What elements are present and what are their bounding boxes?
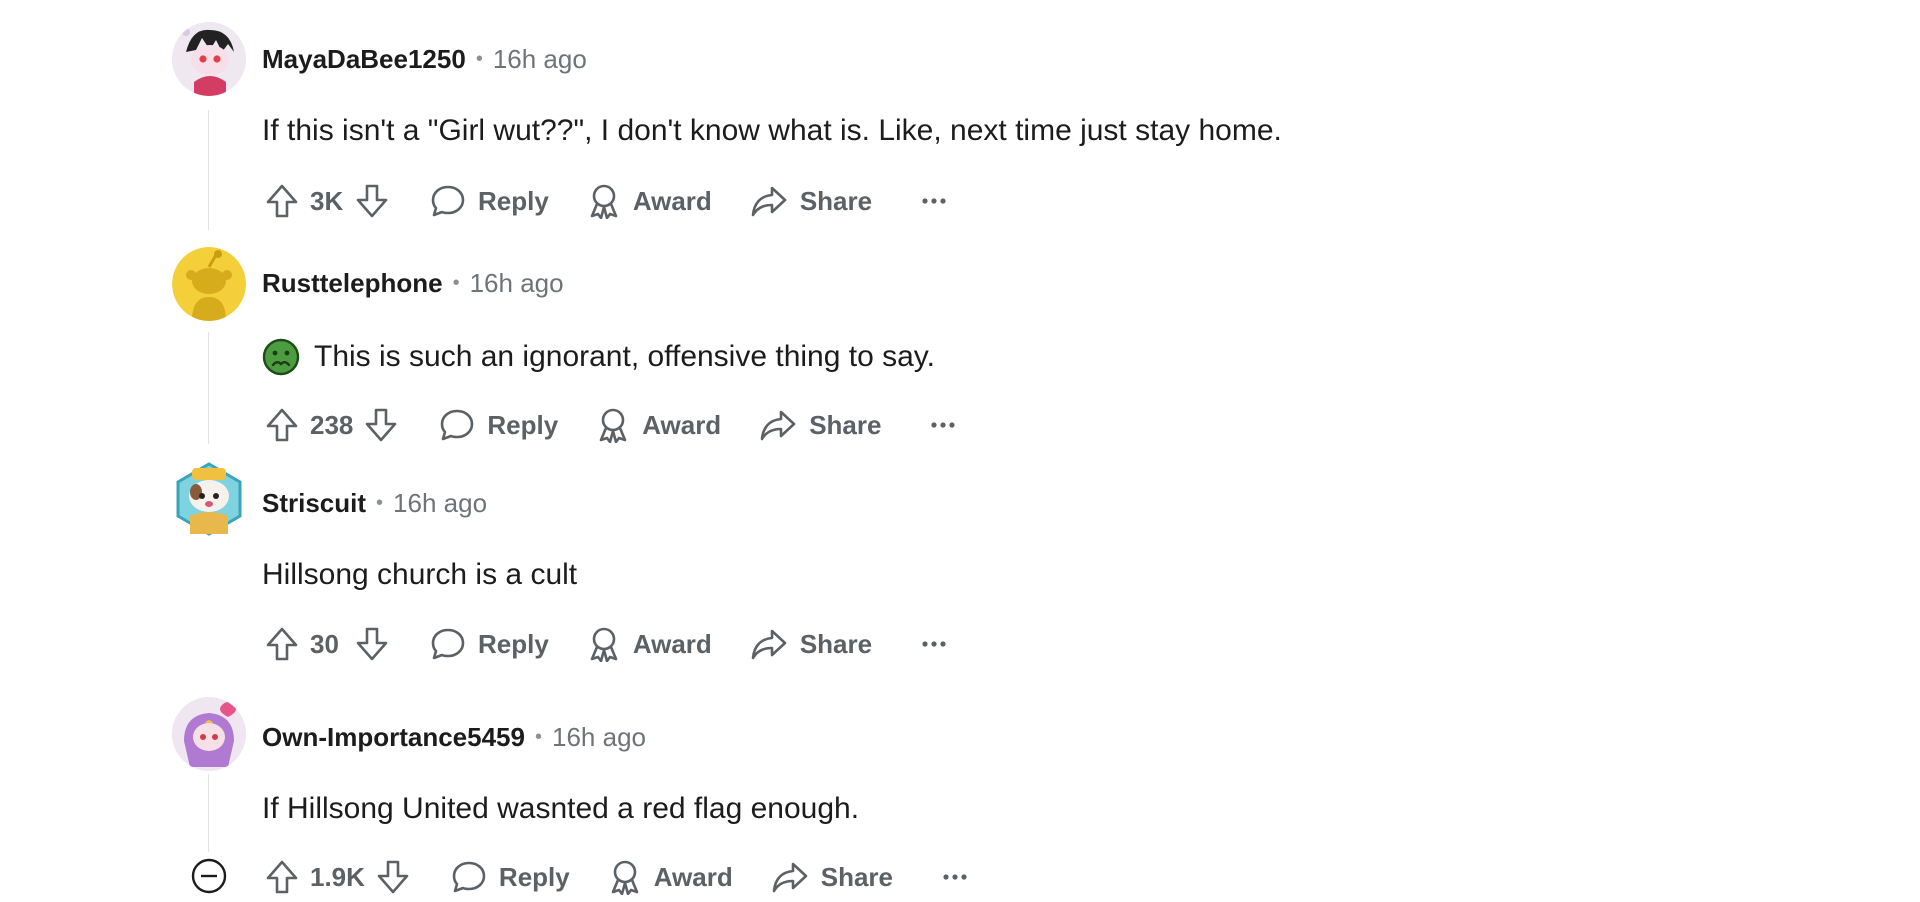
share-button[interactable]: Share <box>759 408 881 442</box>
timestamp[interactable]: 16h ago <box>393 488 487 519</box>
award-label: Award <box>632 185 712 216</box>
comment-bubble-icon <box>431 185 465 217</box>
username[interactable]: Own-Importance5459 <box>262 722 525 753</box>
ellipsis-icon <box>943 874 967 880</box>
comment-text: This is such an ignorant, offensive thin… <box>314 340 935 373</box>
meta-separator: • <box>475 48 483 70</box>
timestamp[interactable]: 16h ago <box>493 44 587 75</box>
reply-label: Reply <box>478 185 549 216</box>
share-arrow-icon <box>760 410 796 441</box>
vote-group: 30 <box>262 622 392 666</box>
username[interactable]: Striscuit <box>262 488 366 519</box>
comment-body: This is such an ignorant, offensive thin… <box>262 338 935 376</box>
avatar[interactable] <box>172 247 246 321</box>
thread-line[interactable] <box>208 774 209 852</box>
meta-separator: • <box>452 272 460 294</box>
comment-body: If this isn't a "Girl wut??", I don't kn… <box>262 114 1282 148</box>
comment-thread: MayaDaBee1250 • 16h ago If this isn't a … <box>0 0 1920 900</box>
share-button[interactable]: Share <box>750 184 872 218</box>
avatar[interactable] <box>172 462 246 536</box>
comment-text: If Hillsong United wasnted a red flag en… <box>262 792 860 825</box>
downvote-icon[interactable] <box>373 855 413 899</box>
comment-actions: 30 Reply Award Share <box>262 619 956 669</box>
vote-group: 1.9K <box>262 855 413 899</box>
upvote-icon[interactable] <box>262 855 302 899</box>
reply-label: Reply <box>498 861 570 892</box>
downvote-icon[interactable] <box>352 622 392 666</box>
comment-bubble-icon <box>452 861 486 893</box>
meta-separator: • <box>376 492 384 514</box>
more-options-button[interactable] <box>933 855 977 899</box>
more-options-button[interactable] <box>921 403 965 447</box>
reply-label: Reply <box>478 628 549 659</box>
comment-meta: MayaDaBee1250 • 16h ago <box>262 44 587 75</box>
ellipsis-icon <box>922 641 946 647</box>
vote-group: 238 <box>262 403 401 447</box>
reply-button[interactable]: Reply <box>451 860 570 894</box>
upvote-icon[interactable] <box>262 622 302 666</box>
avatar[interactable] <box>172 22 246 96</box>
share-label: Share <box>799 628 873 659</box>
comment-body: Hillsong church is a cult <box>262 558 577 592</box>
comment-bubble-icon <box>441 409 474 441</box>
award-button[interactable]: Award <box>596 407 721 443</box>
username[interactable]: MayaDaBee1250 <box>262 44 466 75</box>
share-arrow-icon <box>751 186 787 217</box>
comment-body: If Hillsong United wasnted a red flag en… <box>262 792 859 826</box>
downvote-icon[interactable] <box>361 403 401 447</box>
thread-line[interactable] <box>208 110 209 230</box>
downvote-icon[interactable] <box>352 179 392 223</box>
comment-meta: Own-Importance5459 • 16h ago <box>262 722 646 753</box>
collapse-thread-button[interactable] <box>190 857 228 895</box>
award-ribbon-icon <box>590 627 618 662</box>
share-button[interactable]: Share <box>750 627 872 661</box>
upvote-icon[interactable] <box>262 179 302 223</box>
award-ribbon-icon <box>611 860 639 895</box>
share-arrow-icon <box>751 629 787 660</box>
comment-bubble-icon <box>431 628 465 660</box>
share-label: Share <box>820 861 893 892</box>
avatar[interactable] <box>172 697 246 771</box>
reply-button[interactable]: Reply <box>439 408 558 442</box>
nauseated-face-emoji <box>262 338 300 376</box>
timestamp[interactable]: 16h ago <box>470 268 564 299</box>
award-label: Award <box>653 861 733 892</box>
award-button[interactable]: Award <box>587 183 712 219</box>
ellipsis-icon <box>922 198 946 204</box>
vote-group: 3K <box>262 179 392 223</box>
share-label: Share <box>809 409 882 440</box>
vote-score: 3K <box>310 185 344 216</box>
vote-score: 1.9K <box>310 861 365 892</box>
share-label: Share <box>799 185 873 216</box>
reply-button[interactable]: Reply <box>430 627 549 661</box>
share-button[interactable]: Share <box>771 860 893 894</box>
vote-score: 238 <box>310 409 354 440</box>
reply-label: Reply <box>487 409 559 440</box>
thread-line[interactable] <box>208 332 209 444</box>
award-ribbon-icon <box>599 408 627 443</box>
share-arrow-icon <box>772 862 808 893</box>
award-ribbon-icon <box>590 184 618 219</box>
collapse-minus-icon <box>191 858 227 894</box>
comment-text: If this isn't a "Girl wut??", I don't kn… <box>262 114 1282 147</box>
comment-meta: Striscuit • 16h ago <box>262 488 487 519</box>
award-button[interactable]: Award <box>608 859 733 895</box>
more-options-button[interactable] <box>912 179 956 223</box>
username[interactable]: Rusttelephone <box>262 268 443 299</box>
comment-actions: 3K Reply Award Share <box>262 176 956 226</box>
award-button[interactable]: Award <box>587 626 712 662</box>
comment-actions: 1.9K Reply Award Share <box>262 852 977 902</box>
more-options-button[interactable] <box>912 622 956 666</box>
comment-text: Hillsong church is a cult <box>262 558 578 591</box>
meta-separator: • <box>534 726 542 748</box>
ellipsis-icon <box>931 422 956 428</box>
vote-score: 30 <box>310 628 339 659</box>
timestamp[interactable]: 16h ago <box>552 722 646 753</box>
reply-button[interactable]: Reply <box>430 184 549 218</box>
comment-actions: 238 Reply Award Share <box>262 400 965 450</box>
award-label: Award <box>642 409 722 440</box>
upvote-icon[interactable] <box>262 403 302 447</box>
comment-meta: Rusttelephone • 16h ago <box>262 268 564 299</box>
award-label: Award <box>632 628 712 659</box>
